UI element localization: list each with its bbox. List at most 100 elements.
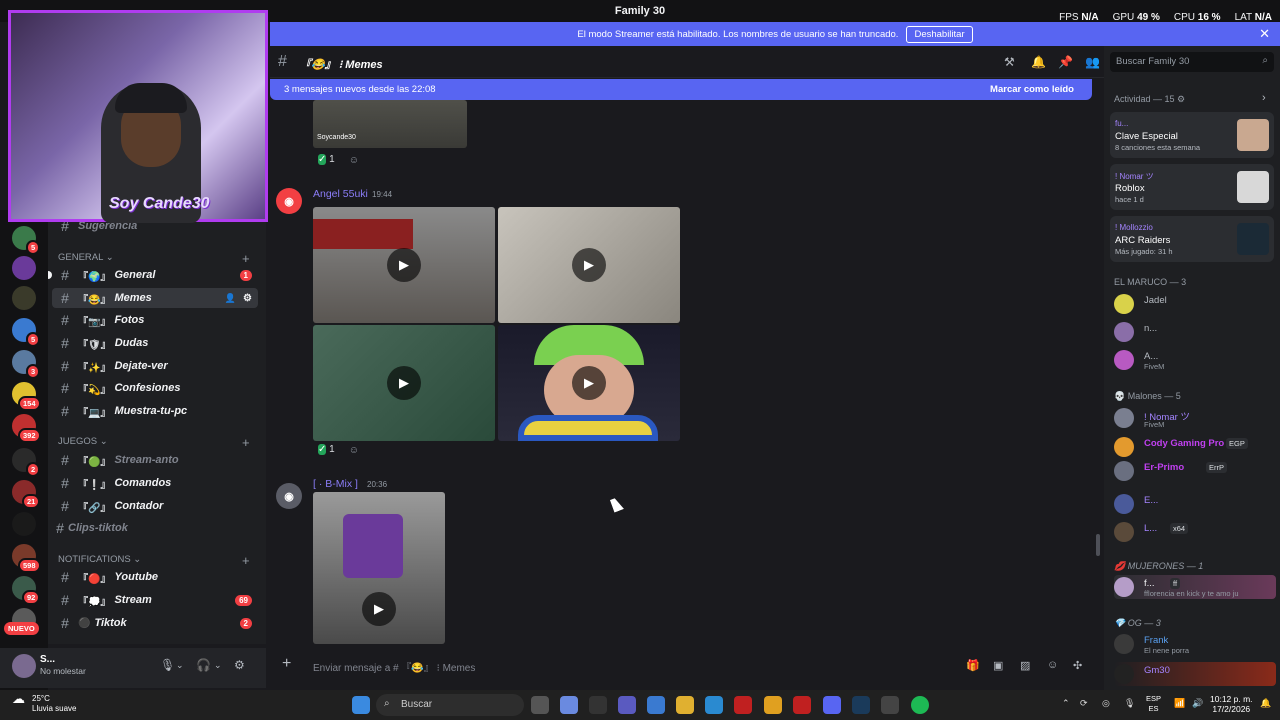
- discord-icon[interactable]: [823, 696, 841, 714]
- microphone-icon[interactable]: 🎙: [1124, 698, 1135, 709]
- avatar[interactable]: ◉: [276, 188, 302, 214]
- play-icon[interactable]: ▶: [387, 366, 421, 400]
- activity-header[interactable]: Actividad — 15 ⚙: [1114, 94, 1185, 105]
- microphone-icon[interactable]: 🎙: [160, 658, 175, 672]
- server-icon[interactable]: [12, 286, 36, 310]
- network-icon[interactable]: ◎: [1102, 698, 1110, 709]
- disable-streamer-button[interactable]: Deshabilitar: [906, 25, 973, 43]
- bell-icon[interactable]: 🔔: [1031, 55, 1046, 69]
- activity-card[interactable]: ! Nomar ツ Roblox hace 1 d: [1110, 164, 1274, 210]
- threads-icon[interactable]: ⚒: [1004, 55, 1015, 69]
- add-reaction-icon[interactable]: ☺: [349, 445, 359, 456]
- member-item[interactable]: f... fflorencia en kick y te amo ju ff: [1114, 575, 1276, 599]
- reaction-check[interactable]: ✓ 1: [318, 153, 335, 167]
- opera-icon[interactable]: [734, 696, 752, 714]
- member-item[interactable]: Frank El nene porra: [1114, 632, 1274, 656]
- channel-dejate-ver[interactable]: # 『✨』 Dejate-ver: [52, 356, 258, 376]
- channel-youtube[interactable]: # 『🔴』 Youtube: [52, 567, 258, 587]
- app-icon[interactable]: [589, 696, 607, 714]
- server-icon[interactable]: [12, 256, 36, 280]
- gif-icon[interactable]: ▣: [993, 659, 1003, 672]
- apps-icon[interactable]: ✣: [1073, 659, 1082, 672]
- category-juegos[interactable]: JUEGOS ⌄ +: [58, 435, 250, 450]
- member-item[interactable]: L... x64: [1114, 520, 1274, 544]
- wifi-icon[interactable]: 📶: [1174, 698, 1185, 709]
- pin-icon[interactable]: 📌: [1058, 55, 1073, 69]
- spotify-icon[interactable]: [911, 696, 929, 714]
- video-attachment[interactable]: ▶: [313, 207, 495, 323]
- activity-card[interactable]: fu... Clave Especial 8 canciones esta sema…: [1110, 112, 1274, 158]
- video-attachment[interactable]: ▶: [313, 492, 445, 644]
- avatar[interactable]: ◉: [276, 483, 302, 509]
- taskbar-search[interactable]: ⌕ Buscar: [376, 694, 524, 716]
- channel-clips-tiktok[interactable]: # Clips-tiktok: [52, 518, 258, 538]
- server-icon[interactable]: [12, 512, 36, 536]
- chevron-right-icon[interactable]: ›: [1262, 92, 1266, 104]
- close-icon[interactable]: ✕: [1259, 26, 1270, 42]
- add-channel-icon[interactable]: +: [242, 553, 250, 568]
- chevron-down-icon[interactable]: ⌄: [214, 660, 222, 671]
- chrome-icon[interactable]: [764, 696, 782, 714]
- adobe-icon[interactable]: [793, 696, 811, 714]
- volume-icon[interactable]: 🔊: [1192, 698, 1203, 709]
- member-item[interactable]: Cody Gaming Pro EGP: [1114, 435, 1274, 459]
- channel-stream-anto[interactable]: # 『🟢』 Stream-anto: [52, 450, 258, 470]
- mark-read-button[interactable]: Marcar como leído: [990, 84, 1074, 95]
- new-messages-bar[interactable]: 3 mensajes nuevos desde las 22:08 Marcar…: [270, 79, 1092, 100]
- copilot-icon[interactable]: [560, 696, 578, 714]
- member-item[interactable]: ! Nomar ツ FiveM: [1114, 406, 1274, 430]
- chevron-up-icon[interactable]: ⌃: [1062, 698, 1070, 709]
- members-icon[interactable]: 👥: [1085, 55, 1100, 69]
- message-input[interactable]: Enviar mensaje a # 『😂』 ⁝ Memes: [313, 659, 475, 674]
- avatar[interactable]: [12, 654, 36, 678]
- activity-card[interactable]: ! Mollozzio ARC Raiders Más jugado: 31 h: [1110, 216, 1274, 262]
- video-attachment[interactable]: ▶: [498, 207, 680, 323]
- scrollbar[interactable]: [1096, 534, 1100, 556]
- message-author[interactable]: [ · B-Mix ]: [313, 478, 358, 490]
- gear-icon[interactable]: ⚙: [243, 293, 252, 304]
- weather-widget[interactable]: ☁ 25°C Lluvia suave: [8, 692, 76, 714]
- notification-icon[interactable]: 🔔: [1260, 698, 1271, 709]
- edge-icon[interactable]: [705, 696, 723, 714]
- member-item[interactable]: A... FiveM: [1114, 348, 1274, 372]
- category-notifications[interactable]: NOTIFICATIONS ⌄ +: [58, 553, 250, 568]
- member-item[interactable]: E...: [1114, 492, 1274, 516]
- member-item[interactable]: Gm30: [1114, 662, 1276, 686]
- member-item[interactable]: Er-Primo ErrP: [1114, 459, 1274, 483]
- teams-icon[interactable]: [618, 696, 636, 714]
- channel-contador[interactable]: # 『🔗』 Contador: [52, 496, 258, 516]
- member-item[interactable]: Jadel: [1114, 292, 1274, 316]
- category-general[interactable]: GENERAL ⌄ +: [58, 251, 250, 266]
- add-attachment-icon[interactable]: +: [282, 655, 291, 673]
- play-icon[interactable]: ▶: [572, 366, 606, 400]
- language-indicator[interactable]: ESP ES: [1146, 694, 1161, 714]
- channel-memes[interactable]: # 『😂』 Memes 👤 ⚙: [52, 288, 258, 308]
- message-author[interactable]: Angel 55uki: [313, 188, 368, 200]
- member-item[interactable]: n...: [1114, 320, 1274, 344]
- task-view-icon[interactable]: [531, 696, 549, 714]
- search-input[interactable]: Buscar Family 30 ⌕: [1110, 52, 1274, 72]
- play-icon[interactable]: ▶: [362, 592, 396, 626]
- add-reaction-icon[interactable]: ☺: [349, 155, 359, 166]
- channel-tiktok[interactable]: # ⚫ Tiktok 2: [52, 613, 258, 633]
- sync-icon[interactable]: ⟳: [1080, 698, 1088, 709]
- folder-icon[interactable]: [676, 696, 694, 714]
- new-servers-badge[interactable]: NUEVO: [4, 622, 39, 635]
- channel-general[interactable]: # 『🌍』 General 1: [52, 265, 258, 285]
- sticker-icon[interactable]: ▨: [1020, 659, 1030, 672]
- reaction-check[interactable]: ✓ 1: [318, 443, 335, 457]
- channel-confesiones[interactable]: # 『💫』 Confesiones: [52, 378, 258, 398]
- play-icon[interactable]: ▶: [572, 248, 606, 282]
- channel-stream[interactable]: # 『💭』 Stream 69: [52, 590, 258, 610]
- obs-icon[interactable]: [881, 696, 899, 714]
- channel-fotos[interactable]: # 『📷』 Fotos: [52, 310, 258, 330]
- settings-icon[interactable]: ⚙: [234, 658, 245, 672]
- play-icon[interactable]: ▶: [387, 248, 421, 282]
- channel-muestra-tu-pc[interactable]: # 『💻』 Muestra-tu-pc: [52, 401, 258, 421]
- steam-icon[interactable]: [852, 696, 870, 714]
- headphones-icon[interactable]: 🎧: [196, 658, 211, 672]
- channel-dudas[interactable]: # 『🛡』 Dudas: [52, 333, 258, 353]
- emoji-icon[interactable]: ☺: [1047, 659, 1058, 671]
- windows-start-icon[interactable]: [352, 696, 370, 714]
- chevron-down-icon[interactable]: ⌄: [176, 660, 184, 671]
